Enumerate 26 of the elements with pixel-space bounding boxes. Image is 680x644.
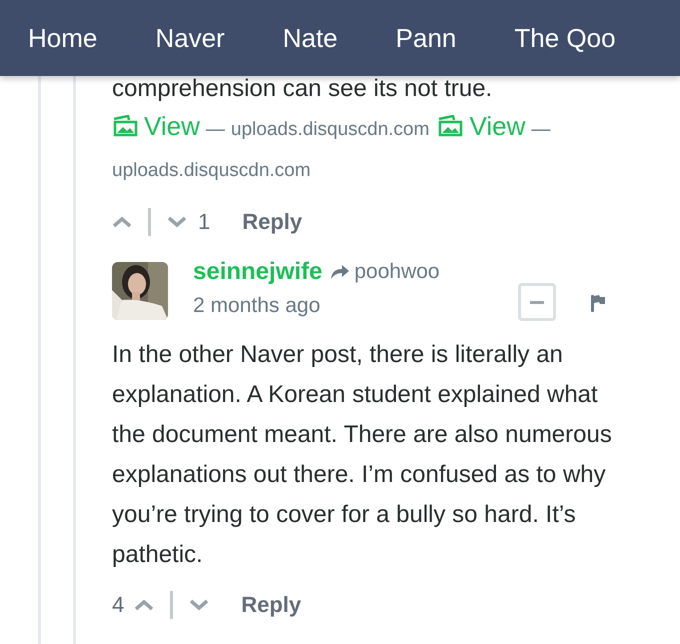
vote-count: 4 xyxy=(112,592,124,618)
parent-author-link[interactable]: poohwoo xyxy=(354,260,440,284)
comment-text: In the other Naver post, there is literally an explanation. A Korean student explained what the document meant. There are also numerous explanations out there. I’m confused as to why you’re trying to cover for a bully so hard. It’s pathetic. xyxy=(112,340,613,570)
nav-link[interactable]: The Qoo xyxy=(514,22,616,54)
nav-link[interactable]: Nate xyxy=(282,22,338,54)
source-text: uploads.disquscdn.com xyxy=(230,119,430,140)
nav-link[interactable]: Naver xyxy=(155,22,225,54)
upvote-icon[interactable] xyxy=(134,599,154,611)
vote-count: 1 xyxy=(198,209,210,235)
dash-separator: — xyxy=(531,119,550,140)
comment-text: comprehension can see its not true. xyxy=(112,76,494,102)
downvote-icon[interactable] xyxy=(167,216,187,228)
dash-separator: — xyxy=(206,119,225,140)
nav-link[interactable]: Pann xyxy=(396,22,456,54)
downvote-icon[interactable] xyxy=(189,599,210,611)
reply-link[interactable]: Reply xyxy=(242,209,302,235)
flag-icon[interactable] xyxy=(590,294,606,312)
upvote-icon[interactable] xyxy=(112,216,132,228)
nav-link[interactable]: Home xyxy=(28,22,98,54)
reply-link[interactable]: Reply xyxy=(241,592,302,618)
image-icon xyxy=(112,115,138,137)
reply-arrow-icon xyxy=(330,264,350,280)
image-icon xyxy=(437,115,464,137)
timestamp-link[interactable]: 2 months ago xyxy=(193,294,513,318)
source-text: uploads.disquscdn.com xyxy=(112,160,311,181)
collapse-button[interactable] xyxy=(518,283,556,321)
